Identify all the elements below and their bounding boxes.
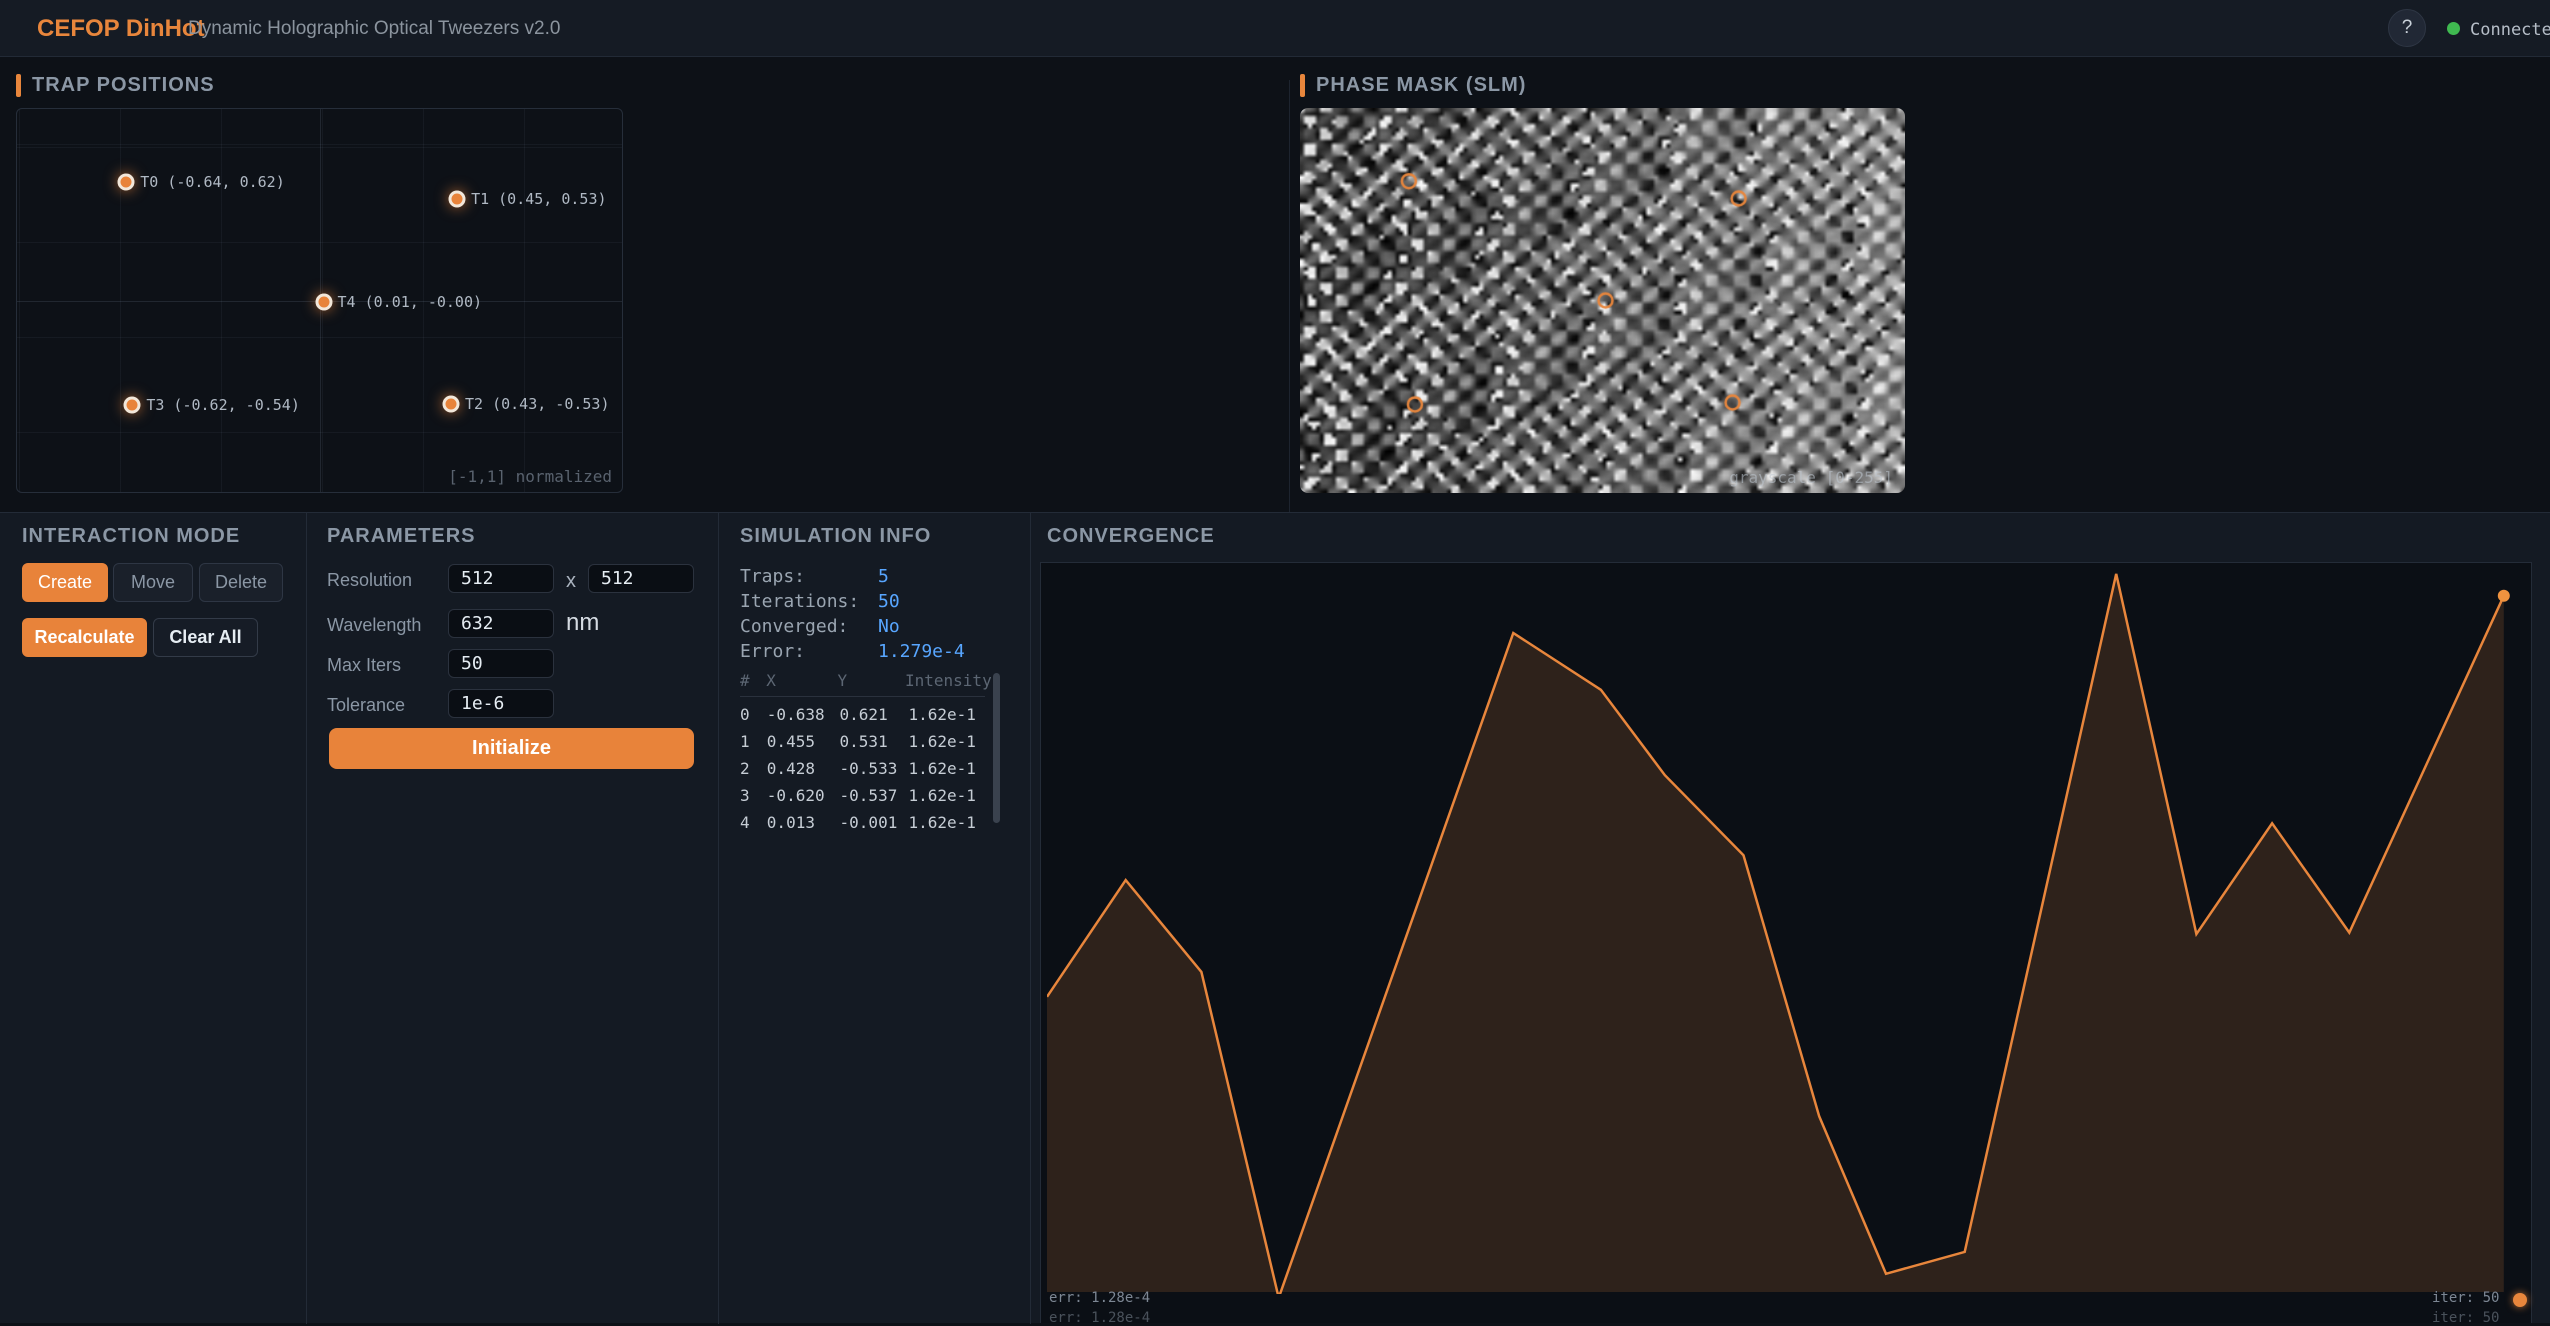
convergence-area-fill [1047, 574, 2504, 1294]
trap-dot-T3[interactable] [124, 397, 141, 414]
phase-mask-image [1300, 108, 1905, 493]
table-row: 20.428-0.5331.62e-1 [740, 751, 985, 778]
table-row: 3-0.620-0.5371.62e-1 [740, 778, 985, 805]
table-header-row: #XYIntensity [740, 671, 985, 697]
divider-3 [1030, 513, 1031, 1324]
parameters-title: PARAMETERS [327, 525, 476, 548]
wavelength-input[interactable] [448, 609, 554, 638]
table-cell: -0.638 [767, 705, 840, 724]
stat-label-2: Converged: [740, 616, 848, 637]
stat-value-1: 50 [878, 591, 900, 612]
stat-label-0: Traps: [740, 566, 805, 587]
convergence-title: CONVERGENCE [1047, 525, 1215, 548]
connection-status: Connected [2470, 20, 2550, 40]
stat-value-3: 1.279e-4 [878, 641, 965, 662]
mode-button-move[interactable]: Move [113, 563, 193, 602]
initialize-button[interactable]: Initialize [329, 728, 694, 769]
simulation-info-title: SIMULATION INFO [740, 525, 931, 548]
table-header-3: Intensity [905, 671, 985, 690]
trap-label-T2: T2 (0.43, -0.53) [465, 395, 610, 413]
trap-dot-T2[interactable] [443, 395, 460, 412]
divider-2 [718, 513, 719, 1324]
convergence-current-marker [2513, 1293, 2527, 1307]
wavelength-label: Wavelength [327, 615, 421, 636]
table-row: 10.4550.5311.62e-1 [740, 724, 985, 751]
table-header-0: # [740, 671, 766, 690]
table-cell: 0.531 [840, 732, 909, 751]
resolution-separator: x [566, 570, 576, 593]
convergence-area-chart [1047, 563, 2532, 1294]
convergence-error-readout: err: 1.28e-4 [1049, 1290, 1150, 1306]
resolution-y-input[interactable] [588, 564, 694, 593]
resolution-label: Resolution [327, 570, 412, 591]
clear-all-button[interactable]: Clear All [153, 618, 258, 657]
trap-range-label: [-1,1] normalized [448, 467, 612, 486]
phase-mask-title: PHASE MASK (SLM) [1316, 74, 1526, 97]
help-button[interactable]: ? [2388, 9, 2426, 47]
trap-dot-T4[interactable] [315, 293, 332, 310]
tolerance-label: Tolerance [327, 695, 405, 716]
convergence-error-readout-artifact: err: 1.28e-4 [1049, 1310, 1150, 1326]
top-section-divider [1289, 80, 1290, 512]
table-cell: 0.013 [767, 813, 840, 832]
table-cell: 1 [740, 732, 767, 751]
trap-positions-title: TRAP POSITIONS [32, 74, 215, 97]
table-cell: 1.62e-1 [908, 813, 985, 832]
app-subtitle: Dynamic Holographic Optical Tweezers v2.… [188, 18, 560, 40]
status-dot-icon [2447, 22, 2460, 35]
table-cell: 0 [740, 705, 767, 724]
stat-label-1: Iterations: [740, 591, 859, 612]
tolerance-input[interactable] [448, 689, 554, 718]
table-cell: 1.62e-1 [908, 786, 985, 805]
convergence-end-dot [2498, 590, 2510, 602]
max-iters-label: Max Iters [327, 655, 401, 676]
resolution-x-input[interactable] [448, 564, 554, 593]
table-header-1: X [766, 671, 837, 690]
stat-value-2: No [878, 616, 900, 637]
interaction-mode-title: INTERACTION MODE [22, 525, 240, 548]
recalculate-button[interactable]: Recalculate [22, 618, 147, 657]
table-cell: 3 [740, 786, 767, 805]
table-cell: -0.001 [840, 813, 909, 832]
table-cell: -0.620 [767, 786, 840, 805]
table-scrollbar[interactable] [993, 673, 1000, 823]
convergence-iter-readout-artifact: iter: 50 [2432, 1310, 2499, 1326]
trap-positions-canvas[interactable]: T0 (-0.64, 0.62) T1 (0.45, 0.53) T2 (0.43,… [16, 108, 623, 493]
app-brand: CEFOP DinHot [37, 15, 205, 43]
table-cell: 1.62e-1 [908, 759, 985, 778]
mode-button-delete[interactable]: Delete [199, 563, 283, 602]
trap-label-T4: T4 (0.01, -0.00) [338, 293, 483, 311]
convergence-iter-readout: iter: 50 [2432, 1290, 2499, 1306]
trap-label-T0: T0 (-0.64, 0.62) [140, 173, 285, 191]
table-row: 0-0.6380.6211.62e-1 [740, 697, 985, 724]
trap-dot-T1[interactable] [449, 191, 466, 208]
table-cell: 1.62e-1 [908, 705, 985, 724]
phase-mask-accent-bar [1300, 74, 1305, 97]
stat-label-3: Error: [740, 641, 805, 662]
table-cell: -0.537 [840, 786, 909, 805]
trap-dot-T0[interactable] [118, 174, 135, 191]
table-row: 40.013-0.0011.62e-1 [740, 805, 985, 832]
table-cell: 2 [740, 759, 767, 778]
trap-positions-accent-bar [16, 74, 21, 97]
table-cell: 0.428 [767, 759, 840, 778]
table-cell: -0.533 [840, 759, 909, 778]
app-header: CEFOP DinHot Dynamic Holographic Optical… [0, 0, 2550, 57]
table-cell: 0.455 [767, 732, 840, 751]
divider-1 [306, 513, 307, 1324]
stat-value-0: 5 [878, 566, 889, 587]
convergence-chart-canvas [1040, 562, 2532, 1323]
wavelength-unit: nm [566, 609, 599, 637]
table-cell: 4 [740, 813, 767, 832]
table-cell: 1.62e-1 [908, 732, 985, 751]
trap-label-T1: T1 (0.45, 0.53) [471, 190, 606, 208]
max-iters-input[interactable] [448, 649, 554, 678]
table-cell: 0.621 [840, 705, 909, 724]
mode-button-create[interactable]: Create [22, 563, 108, 602]
table-header-2: Y [838, 671, 906, 690]
trap-label-T3: T3 (-0.62, -0.54) [146, 396, 300, 414]
trap-table: #XYIntensity0-0.6380.6211.62e-110.4550.5… [740, 671, 985, 832]
